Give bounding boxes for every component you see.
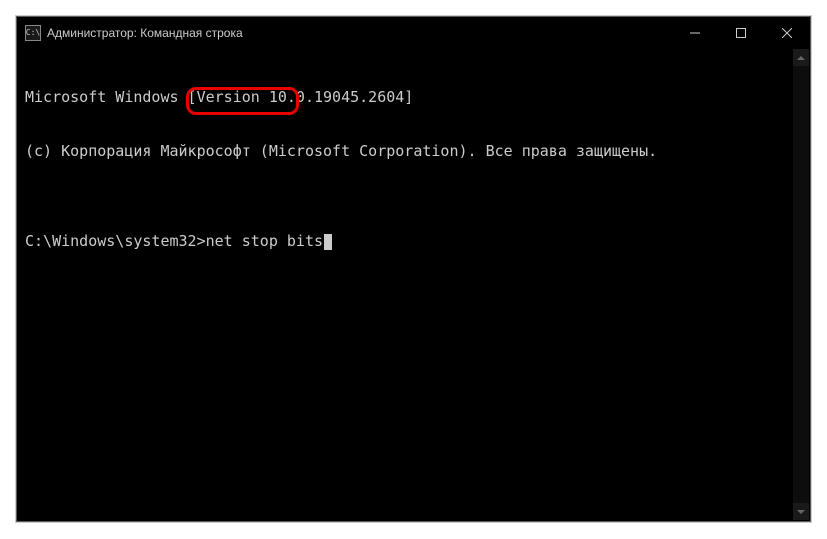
scroll-down-button[interactable]	[793, 503, 809, 520]
close-icon	[782, 28, 792, 38]
terminal-output-line: Microsoft Windows [Version 10.0.19045.26…	[25, 88, 802, 106]
command-text: net stop bits	[206, 232, 323, 250]
titlebar[interactable]: C:\ Администратор: Командная строка	[17, 17, 810, 48]
window-controls	[672, 17, 810, 48]
prompt-text: C:\Windows\system32>	[25, 232, 206, 250]
terminal-prompt-line: C:\Windows\system32>net stop bits	[25, 232, 802, 250]
cmd-icon: C:\	[25, 25, 41, 41]
minimize-button[interactable]	[672, 17, 718, 48]
maximize-icon	[736, 28, 746, 38]
vertical-scrollbar[interactable]	[793, 49, 809, 520]
cmd-window: C:\ Администратор: Командная строка Micr…	[16, 16, 811, 522]
close-button[interactable]	[764, 17, 810, 48]
chevron-up-icon	[797, 56, 805, 60]
scroll-track[interactable]	[793, 66, 809, 503]
terminal-area[interactable]: Microsoft Windows [Version 10.0.19045.26…	[17, 48, 810, 521]
maximize-button[interactable]	[718, 17, 764, 48]
window-title: Администратор: Командная строка	[47, 26, 672, 40]
text-cursor	[324, 234, 332, 250]
minimize-icon	[690, 28, 700, 38]
cmd-icon-text: C:\	[26, 29, 40, 37]
chevron-down-icon	[797, 510, 805, 514]
scroll-up-button[interactable]	[793, 49, 809, 66]
terminal-output-line: (c) Корпорация Майкрософт (Microsoft Cor…	[25, 142, 802, 160]
